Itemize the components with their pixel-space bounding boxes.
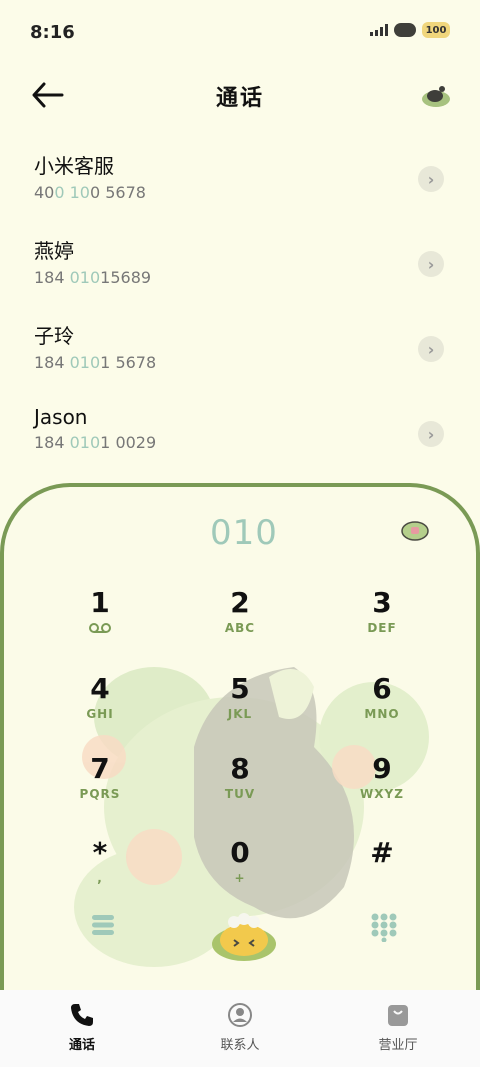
frog-sticker-icon[interactable]	[420, 82, 452, 108]
nav-label: 通话	[68, 1038, 95, 1053]
key-hash[interactable]: #	[312, 837, 452, 907]
battery-indicator: 100	[422, 22, 450, 38]
contact-number: 400 100 5678	[34, 183, 146, 202]
contact-name: 燕婷	[34, 239, 74, 263]
list-item[interactable]: Jason 184 0101 0029 ›	[34, 405, 444, 485]
key-4[interactable]: 4 GHI	[30, 673, 170, 743]
key-6[interactable]: 6 MNO	[312, 673, 452, 743]
contact-name: 子玲	[34, 324, 74, 348]
nav-tab-store[interactable]: 营业厅	[318, 990, 478, 1067]
contact-name: Jason	[34, 405, 88, 429]
phone-icon	[71, 1004, 93, 1026]
nav-tab-calls[interactable]: 通话	[2, 990, 162, 1067]
signal-icon	[370, 24, 388, 36]
chevron-right-icon[interactable]: ›	[418, 336, 444, 362]
key-7[interactable]: 7 PQRS	[30, 753, 170, 823]
voicemail-icon	[89, 623, 111, 633]
chevron-right-icon[interactable]: ›	[418, 421, 444, 447]
key-8[interactable]: 8 TUV	[170, 753, 310, 823]
key-9[interactable]: 9 WXYZ	[312, 753, 452, 823]
chevron-right-icon[interactable]: ›	[418, 251, 444, 277]
status-time: 8:16	[30, 22, 75, 43]
nav-label: 营业厅	[378, 1038, 418, 1053]
nav-tab-contacts[interactable]: 联系人	[160, 990, 320, 1067]
nav-label: 联系人	[220, 1038, 260, 1053]
status-icons: 100	[370, 22, 450, 38]
list-item[interactable]: 燕婷 184 01015689 ›	[34, 235, 444, 315]
menu-icon[interactable]	[90, 912, 116, 938]
list-item[interactable]: 小米客服 400 100 5678 ›	[34, 150, 444, 230]
call-button[interactable]	[208, 912, 280, 962]
contact-number: 184 0101 5678	[34, 353, 157, 372]
key-star[interactable]: *,	[30, 837, 170, 907]
wifi-icon	[394, 23, 416, 37]
bottom-navigation: 通话 联系人 营业厅	[0, 990, 480, 1067]
contact-name: 小米客服	[34, 154, 114, 178]
bag-icon	[388, 1005, 408, 1026]
list-item[interactable]: 子玲 184 0101 5678 ›	[34, 320, 444, 400]
dialpad-panel: 010 1 2 ABC 3 DEF 4 GHI 5 JKL 6 MNO 7 PQRS 8 TU…	[0, 483, 480, 1043]
key-2[interactable]: 2 ABC	[170, 587, 310, 657]
frog-sticker-icon[interactable]	[400, 517, 430, 541]
page-title: 通话	[215, 86, 264, 111]
keypad-grid-icon[interactable]	[370, 912, 398, 942]
contact-number: 184 01015689	[34, 268, 152, 287]
key-0[interactable]: 0 +	[170, 837, 310, 907]
chevron-right-icon[interactable]: ›	[418, 166, 444, 192]
person-icon	[228, 1003, 252, 1027]
key-1[interactable]: 1	[30, 587, 170, 657]
key-3[interactable]: 3 DEF	[312, 587, 452, 657]
key-5[interactable]: 5 JKL	[170, 673, 310, 743]
contact-number: 184 0101 0029	[34, 433, 157, 452]
